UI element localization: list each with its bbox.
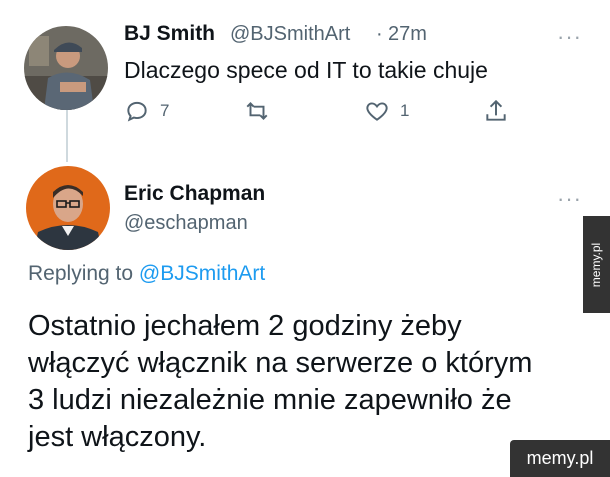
corner-watermark: memy.pl	[510, 440, 610, 477]
tweet2-text-line: włączyć włącznik na serwerze o którym	[28, 347, 533, 379]
tweet1-author-name[interactable]: BJ Smith	[124, 22, 215, 46]
replying-to-label: Replying to	[28, 262, 134, 285]
thread-connector-line	[66, 110, 68, 162]
reply-count: 7	[160, 101, 170, 120]
replying-to-line: Replying to @BJSmithArt	[28, 262, 265, 286]
tweet2-author-name[interactable]: Eric Chapman	[124, 182, 265, 206]
tweet2-more-icon[interactable]: ···	[557, 188, 582, 210]
tweet2-text: Ostatnio jechałem 2 godziny żeby włączyć…	[28, 308, 608, 456]
heart-icon	[366, 102, 388, 121]
corner-watermark-text: memy.pl	[526, 448, 594, 468]
replying-to-handle[interactable]: @BJSmithArt	[139, 262, 265, 285]
side-watermark-text: memy.pl	[589, 242, 604, 287]
eric-chapman-avatar[interactable]	[26, 166, 110, 250]
tweet2-handle[interactable]: @eschapman	[124, 212, 248, 235]
tweet1-separator: ·	[376, 23, 383, 45]
tweet1-more-icon[interactable]: ···	[557, 26, 582, 48]
tweet1-time[interactable]: 27m	[388, 23, 427, 46]
retweet-icon	[246, 102, 268, 120]
share-button[interactable]	[483, 98, 519, 124]
side-watermark: memy.pl	[583, 216, 610, 313]
reply-button[interactable]: 7	[124, 98, 169, 124]
retweet-button[interactable]	[244, 98, 280, 124]
like-button[interactable]: 1	[364, 98, 409, 124]
tweet2-text-line: Ostatnio jechałem 2 godziny żeby	[28, 310, 462, 342]
tweet1-text: Dlaczego spece od IT to takie chuje	[124, 57, 488, 83]
reply-icon	[127, 101, 147, 122]
share-icon	[486, 99, 506, 121]
like-count: 1	[400, 101, 410, 120]
tweet2-text-line: 3 ludzi niezależnie mnie zapewniło że	[28, 384, 512, 416]
tweet1-handle[interactable]: @BJSmithArt	[230, 23, 350, 46]
bj-smith-avatar[interactable]	[24, 26, 108, 110]
